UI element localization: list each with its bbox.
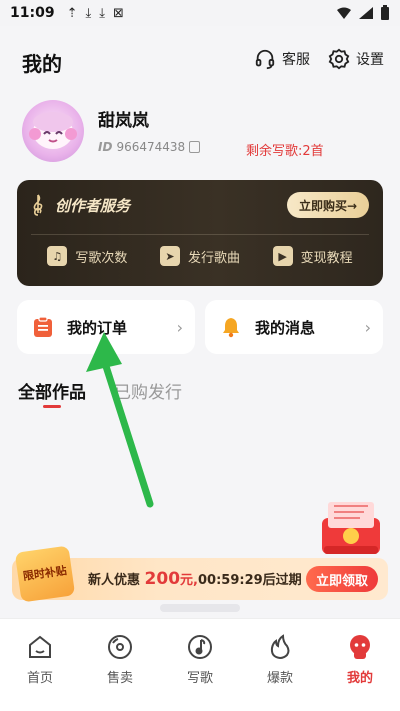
nav-write[interactable]: 写歌 <box>170 633 230 711</box>
creator-item-release[interactable]: ➤ 发行歌曲 <box>159 246 240 266</box>
download-icon: ⤓ <box>85 5 92 21</box>
signal-icon <box>359 7 373 19</box>
my-orders-card[interactable]: 我的订单 › <box>17 300 195 354</box>
copy-icon[interactable] <box>189 141 201 153</box>
tab-purchased[interactable]: 已购发行 <box>114 378 182 403</box>
chevron-right-icon: › <box>364 317 371 337</box>
nav-label: 写歌 <box>186 671 213 686</box>
clipboard-icon <box>34 316 52 337</box>
promo-countdown: 00:59:29 <box>198 573 263 588</box>
creator-title-row: 创作者服务 <box>31 194 130 216</box>
chevron-right-icon: › <box>176 317 183 337</box>
treble-clef-icon <box>33 194 43 216</box>
new-user-promo-banner[interactable]: 限时补贴 新人优惠 200元,00:59:29后过期 立即领取 <box>12 545 388 603</box>
play-icon: ▶ <box>272 246 293 266</box>
creator-item-label: 发行歌曲 <box>187 250 240 266</box>
nav-mine[interactable]: 我的 <box>330 633 390 711</box>
works-tabs: 全部作品 已购发行 <box>18 378 182 403</box>
creator-service-title: 创作者服务 <box>55 196 131 215</box>
promo-text: 新人优惠 200元,00:59:29后过期 <box>88 569 302 589</box>
settings-button[interactable]: 设置 <box>328 48 384 70</box>
nav-sell[interactable]: 售卖 <box>90 633 150 711</box>
user-icon <box>350 635 370 659</box>
creator-items: ♫ 写歌次数 ➤ 发行歌曲 ▶ 变现教程 <box>31 246 369 266</box>
status-bar: 11:09 ⇡ ⤓ ⤓ ⊠ <box>0 0 400 26</box>
my-messages-label: 我的消息 <box>255 318 316 337</box>
tab-all-works[interactable]: 全部作品 <box>18 378 86 403</box>
bell-icon <box>223 318 239 338</box>
user-id-row: ID 966474438 <box>98 140 201 154</box>
creator-item-song-count[interactable]: ♫ 写歌次数 <box>47 246 127 266</box>
upload-icon: ⇡ <box>66 5 78 21</box>
user-name: 甜岚岚 <box>98 111 149 131</box>
scroll-indicator <box>160 604 240 612</box>
limited-subsidy-badge: 限时补贴 <box>14 545 76 603</box>
promo-suffix: 后过期 <box>262 573 302 588</box>
nav-label: 首页 <box>26 671 53 686</box>
my-messages-card[interactable]: 我的消息 › <box>205 300 383 354</box>
status-time: 11:09 <box>10 5 55 21</box>
home-icon <box>29 635 51 658</box>
creator-service-card[interactable]: 创作者服务 立即购买→ ♫ 写歌次数 ➤ 发行歌曲 ▶ 变现教程 <box>17 180 383 286</box>
header-actions: 客服 设置 <box>254 48 384 70</box>
customer-service-label: 客服 <box>282 52 310 68</box>
id-prefix: ID <box>98 140 113 154</box>
creator-item-label: 写歌次数 <box>75 250 128 266</box>
vinyl-icon <box>108 635 132 659</box>
status-indicators <box>336 5 390 21</box>
red-envelope-gift-icon[interactable] <box>314 496 388 556</box>
avatar[interactable] <box>22 100 84 162</box>
creator-divider <box>31 234 369 235</box>
download-icon: ⤓ <box>99 5 105 21</box>
customer-service-button[interactable]: 客服 <box>254 48 310 70</box>
settings-label: 设置 <box>356 52 384 68</box>
nav-label: 售卖 <box>106 671 133 686</box>
claim-now-button[interactable]: 立即领取 <box>306 566 378 592</box>
gear-icon <box>328 48 350 70</box>
page-title: 我的 <box>22 52 62 76</box>
user-id-value: 966474438 <box>116 140 186 154</box>
my-orders-label: 我的订单 <box>67 318 128 337</box>
battery-icon <box>381 5 389 20</box>
wifi-icon <box>337 7 351 19</box>
promo-prefix: 新人优惠 <box>88 573 141 588</box>
notification-icon: ⊠ <box>112 5 124 21</box>
music-note-icon <box>188 635 212 659</box>
remaining-songs: 剩余写歌:2首 <box>246 144 324 159</box>
song-count-icon: ♫ <box>47 246 68 266</box>
flame-icon <box>270 634 290 660</box>
nav-label: 爆款 <box>266 671 293 686</box>
headset-icon <box>255 49 275 70</box>
send-icon: ➤ <box>159 246 180 266</box>
nav-label: 我的 <box>346 671 373 686</box>
promo-amount: 200 <box>144 569 181 589</box>
buy-now-button[interactable]: 立即购买→ <box>287 192 369 218</box>
avatar-character-icon <box>29 112 77 149</box>
promo-unit: 元, <box>180 573 198 588</box>
creator-item-label: 变现教程 <box>300 250 353 266</box>
nav-hot[interactable]: 爆款 <box>250 633 310 711</box>
nav-home[interactable]: 首页 <box>10 633 70 711</box>
active-tab-indicator <box>43 405 61 408</box>
bottom-nav: 首页 售卖 写歌 爆款 我的 <box>0 618 400 711</box>
creator-item-tutorial[interactable]: ▶ 变现教程 <box>272 246 353 266</box>
